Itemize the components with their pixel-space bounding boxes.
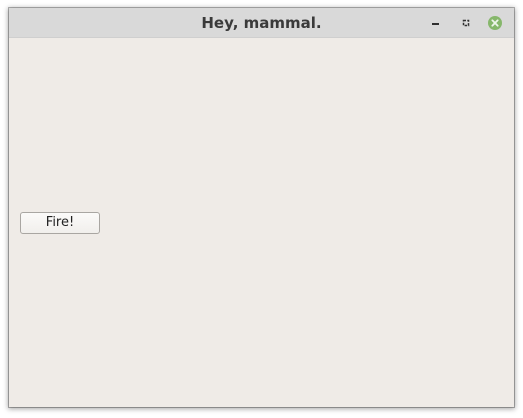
- minimize-button[interactable]: [427, 14, 445, 32]
- close-button[interactable]: [486, 14, 504, 32]
- minimize-icon: [432, 23, 439, 25]
- close-icon: [488, 16, 502, 30]
- maximize-icon: [462, 19, 470, 27]
- maximize-button[interactable]: [457, 14, 475, 32]
- fire-button[interactable]: Fire!: [20, 212, 100, 234]
- title-bar[interactable]: Hey, mammal.: [9, 8, 514, 38]
- app-window: Hey, mammal. Fire!: [9, 8, 514, 407]
